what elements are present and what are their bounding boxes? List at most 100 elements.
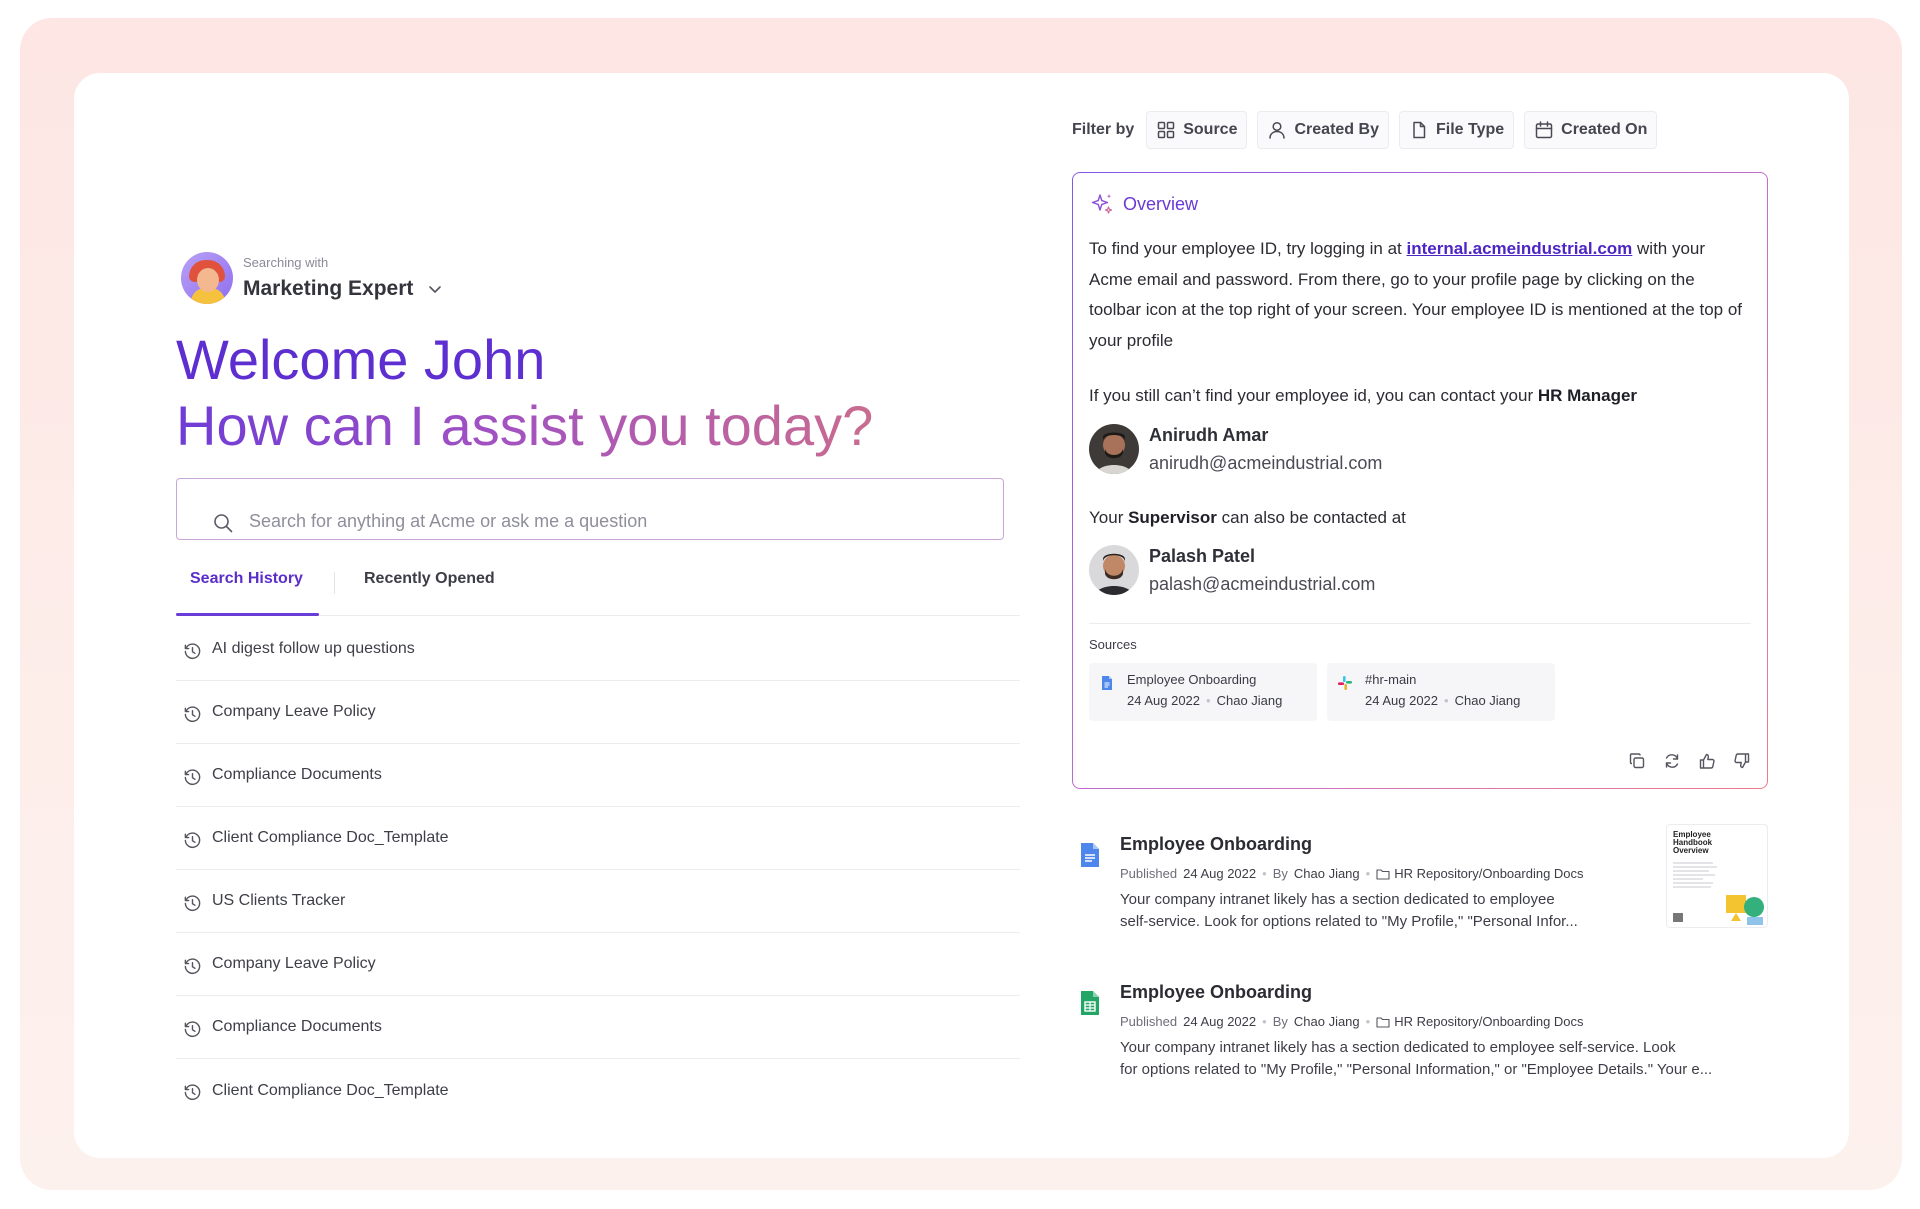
supervisor-line: Your Supervisor can also be contacted at — [1089, 508, 1406, 527]
history-item-label: Company Leave Policy — [212, 955, 376, 972]
history-item[interactable]: AI digest follow up questions — [176, 618, 1020, 681]
supervisor-contact[interactable]: Palash Patel palash@acmeindustrial.com — [1089, 544, 1375, 596]
slack-icon — [1338, 676, 1352, 690]
overview-panel: Overview To find your employee ID, try l… — [1072, 172, 1768, 789]
tab-divider — [334, 572, 335, 594]
history-item-label: AI digest follow up questions — [212, 640, 415, 657]
google-sheets-icon — [1081, 991, 1099, 1015]
thumbs-down-icon[interactable] — [1733, 752, 1751, 770]
history-item[interactable]: Company Leave Policy — [176, 933, 1020, 996]
active-tab-indicator — [176, 613, 319, 616]
history-item[interactable]: Client Compliance Doc_Template — [176, 807, 1020, 870]
result-title[interactable]: Employee Onboarding — [1120, 982, 1312, 1003]
result-path: HR Repository/Onboarding Docs — [1394, 1014, 1584, 1029]
result-meta: Published 24 Aug 2022 • By Chao Jiang • HR Rep… — [1120, 1014, 1584, 1029]
folder-icon — [1376, 1016, 1390, 1028]
overview-header: Overview — [1089, 191, 1198, 217]
document-thumbnail[interactable]: Employee Handbook Overview — [1666, 824, 1768, 928]
calendar-icon — [1535, 121, 1553, 139]
history-item[interactable]: Client Compliance Doc_Template — [176, 1059, 1020, 1122]
filter-bar: Filter by Source Created By File Type Cr… — [1072, 111, 1667, 149]
history-item-label: Compliance Documents — [212, 1018, 382, 1035]
persona-avatar — [181, 252, 233, 304]
overview-actions — [1611, 752, 1751, 770]
history-item-label: Client Compliance Doc_Template — [212, 1081, 449, 1099]
persona-caption: Searching with — [243, 255, 329, 270]
history-icon — [184, 1020, 201, 1037]
source-title: #hr-main — [1365, 672, 1417, 687]
source-title: Employee Onboarding — [1127, 672, 1257, 687]
search-box[interactable] — [176, 478, 1004, 540]
contact-email[interactable]: anirudh@acmeindustrial.com — [1149, 451, 1382, 475]
overview-answer: To find your employee ID, try logging in… — [1089, 234, 1749, 356]
sources-label: Sources — [1089, 637, 1137, 652]
history-item-label: Client Compliance Doc_Template — [212, 829, 449, 846]
google-docs-icon — [1081, 843, 1099, 867]
copy-icon[interactable] — [1628, 752, 1646, 770]
user-icon — [1269, 121, 1286, 139]
filter-chip-label: Source — [1183, 121, 1238, 138]
filter-chip-label: Created By — [1294, 121, 1379, 138]
contact-name: Palash Patel — [1149, 546, 1256, 566]
history-icon — [184, 768, 201, 785]
overview-title: Overview — [1123, 193, 1199, 214]
filter-chip-label: File Type — [1435, 121, 1505, 138]
avatar — [1089, 545, 1139, 595]
divider — [1089, 623, 1751, 624]
intranet-link[interactable]: internal.acmeindustrial.com — [1407, 239, 1633, 258]
folder-icon — [1376, 868, 1390, 880]
history-item-label: US Clients Tracker — [212, 892, 346, 909]
filter-chip-label: Created On — [1561, 121, 1648, 138]
source-meta: 24 Aug 2022 • Chao Jiang — [1365, 693, 1521, 708]
source-card[interactable]: Employee Onboarding 24 Aug 2022 • Chao Jia… — [1089, 663, 1317, 721]
result-path: HR Repository/Onboarding Docs — [1394, 866, 1584, 881]
assist-heading: How can I assist you today? — [176, 394, 874, 457]
search-input[interactable] — [249, 509, 969, 533]
history-icon — [184, 705, 201, 722]
filter-chip-file-type[interactable]: File Type — [1398, 111, 1515, 149]
source-meta: 24 Aug 2022 • Chao Jiang — [1127, 693, 1283, 708]
history-item[interactable]: Compliance Documents — [176, 996, 1020, 1059]
history-item[interactable]: Compliance Documents — [176, 744, 1020, 807]
history-icon — [184, 1084, 201, 1101]
history-item-label: Compliance Documents — [212, 766, 382, 783]
history-item[interactable]: Company Leave Policy — [176, 681, 1020, 744]
tab-recently-opened[interactable]: Recently Opened — [364, 570, 495, 588]
thumbnail-art — [1673, 862, 1764, 925]
file-icon — [1413, 121, 1426, 139]
avatar — [1089, 424, 1139, 474]
contact-name: Anirudh Amar — [1149, 425, 1269, 445]
history-icon — [184, 894, 201, 911]
contact-email[interactable]: palash@acmeindustrial.com — [1149, 572, 1375, 596]
answer-text: To find your employee ID, try logging in… — [1089, 239, 1407, 258]
refresh-icon[interactable] — [1663, 752, 1681, 770]
persona-name: Marketing Expert — [243, 277, 414, 300]
result-meta: Published 24 Aug 2022 • By Chao Jiang • HR Rep… — [1120, 866, 1584, 881]
result-snippet: Your company intranet likely has a secti… — [1120, 1039, 1713, 1078]
filter-chip-source[interactable]: Source — [1146, 111, 1248, 149]
history-item[interactable]: US Clients Tracker — [176, 870, 1020, 933]
filter-chip-created-on[interactable]: Created On — [1524, 111, 1658, 149]
welcome-heading: Welcome John — [176, 328, 546, 391]
search-icon — [214, 514, 233, 533]
tab-search-history[interactable]: Search History — [190, 570, 303, 588]
hr-contact[interactable]: Anirudh Amar anirudh@acmeindustrial.com — [1089, 423, 1382, 475]
search-history-list: AI digest follow up questions Company Le… — [176, 618, 1020, 1122]
history-icon — [184, 957, 201, 974]
history-tabs: Search History Recently Opened — [176, 558, 1020, 616]
history-icon — [184, 642, 201, 659]
thumbs-up-icon[interactable] — [1698, 752, 1716, 770]
sparkle-icon — [1091, 194, 1113, 214]
source-card[interactable]: #hr-main 24 Aug 2022 • Chao Jiang — [1327, 663, 1555, 721]
grid-icon — [1157, 121, 1175, 139]
persona-selector[interactable]: Searching with Marketing Expert — [181, 252, 443, 304]
history-icon — [184, 831, 201, 848]
google-docs-icon — [1102, 676, 1112, 690]
history-item-label: Company Leave Policy — [212, 703, 376, 720]
hr-manager-line: If you still can’t find your employee id… — [1089, 386, 1638, 405]
chevron-down-icon[interactable] — [427, 281, 443, 297]
result-title[interactable]: Employee Onboarding — [1120, 834, 1312, 855]
filter-label: Filter by — [1072, 121, 1135, 138]
filter-chip-created-by[interactable]: Created By — [1257, 111, 1389, 149]
result-snippet: Your company intranet likely has a secti… — [1120, 891, 1578, 930]
